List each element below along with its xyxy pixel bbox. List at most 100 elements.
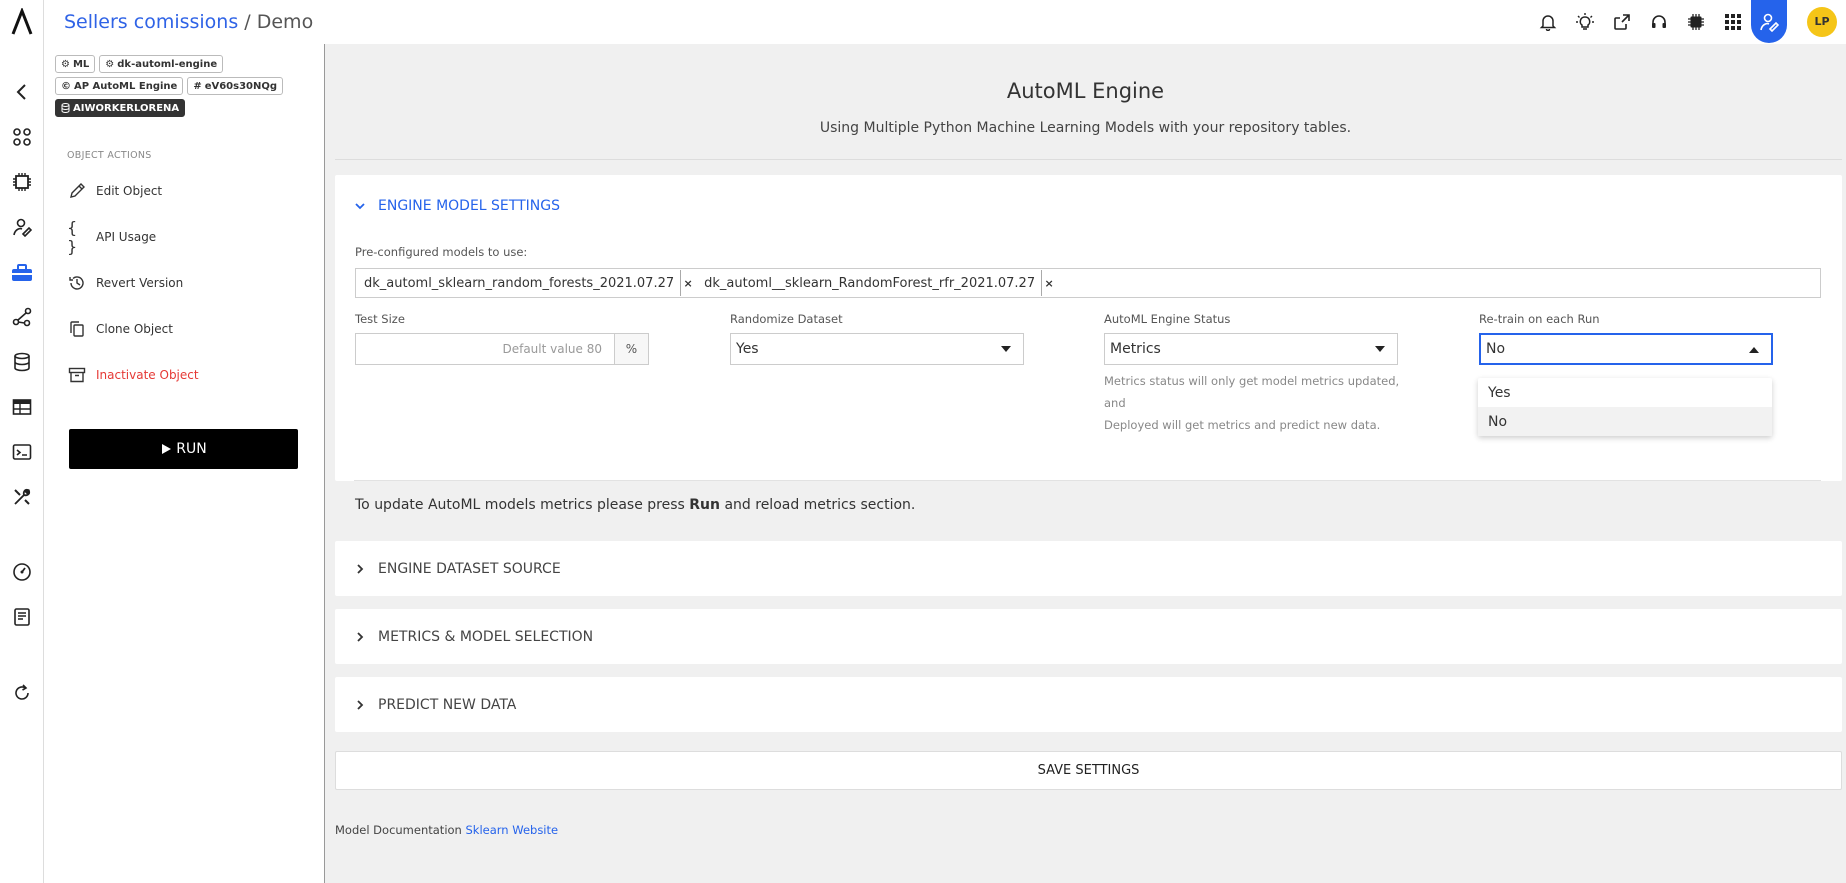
lightbulb-icon[interactable]: [1566, 0, 1603, 43]
model-chip: dk_automl__sklearn_RandomForest_rfr_2021…: [700, 270, 1060, 296]
edit-object-label: Edit Object: [96, 184, 163, 198]
test-size-label: Test Size: [355, 312, 405, 326]
gear-icon: ⚙: [105, 58, 115, 70]
ai-chip-icon[interactable]: [1677, 0, 1714, 43]
chevron-right-icon: [357, 700, 364, 710]
back-arrow-icon[interactable]: [11, 81, 33, 103]
toolbox-icon[interactable]: [11, 262, 33, 284]
top-header: Sellers comissions / Demo LP: [45, 0, 1846, 43]
archive-icon: [67, 365, 87, 385]
engine-status-help: Metrics status will only get model metri…: [1104, 370, 1424, 436]
bell-icon[interactable]: [1529, 0, 1566, 43]
header-divider: [335, 159, 1842, 160]
tag-object-id: # eV60s30NQg: [187, 77, 284, 95]
model-chip-label: dk_automl_sklearn_random_forests_2021.07…: [364, 275, 675, 291]
inactivate-object-label: Inactivate Object: [96, 368, 199, 382]
engine-status-help-line: Metrics status will only get model metri…: [1104, 374, 1400, 410]
dashboard-gauge-icon[interactable]: [11, 561, 33, 583]
breadcrumb-link-sellers[interactable]: Sellers comissions: [64, 11, 238, 33]
share-icon[interactable]: [1603, 0, 1640, 43]
avatar[interactable]: LP: [1807, 6, 1837, 37]
run-button-label: RUN: [176, 441, 207, 457]
model-chip-label: dk_automl__sklearn_RandomForest_rfr_2021…: [704, 275, 1036, 291]
api-usage-action[interactable]: { } API Usage: [67, 218, 156, 256]
terminal-icon[interactable]: [11, 441, 33, 463]
retrain-value: No: [1486, 341, 1506, 357]
caret-up-icon: [1749, 347, 1759, 353]
caret-down-icon: [1001, 346, 1011, 352]
page-title: AutoML Engine: [1006, 79, 1165, 103]
randomize-dataset-select[interactable]: Yes: [730, 333, 1024, 365]
page-subtitle: Using Multiple Python Machine Learning M…: [819, 120, 1352, 136]
tag-ml: ⚙ ML: [55, 55, 96, 73]
footer-text: Model Documentation: [335, 823, 466, 837]
dropdown-option-yes[interactable]: Yes: [1478, 378, 1772, 407]
headset-support-icon[interactable]: [1640, 0, 1677, 43]
ai-chip-icon[interactable]: [11, 171, 33, 193]
braces-icon: { }: [67, 218, 78, 256]
engine-model-settings-title: ENGINE MODEL SETTINGS: [378, 198, 560, 214]
test-size-input[interactable]: Default value 80 %: [355, 333, 649, 365]
settings-divider: [354, 480, 1821, 481]
predict-new-data-title: PREDICT NEW DATA: [378, 697, 517, 713]
edit-object-action[interactable]: Edit Object: [67, 180, 162, 202]
remove-chip-icon[interactable]: ×: [1041, 270, 1056, 296]
tag-ml-label: ML: [72, 58, 90, 70]
note-text: and reload metrics section.: [720, 497, 916, 513]
model-chip: dk_automl_sklearn_random_forests_2021.07…: [360, 270, 699, 296]
predict-new-data-panel: PREDICT NEW DATA: [335, 677, 1842, 732]
main-content: AutoML Engine Using Multiple Python Mach…: [325, 44, 1846, 883]
dropdown-option-no[interactable]: No: [1478, 407, 1772, 436]
apps-grid-icon[interactable]: [11, 126, 33, 148]
test-size-placeholder: Default value 80: [502, 342, 602, 356]
percent-addon: %: [614, 334, 648, 364]
engine-dataset-source-header[interactable]: ENGINE DATASET SOURCE: [354, 559, 561, 579]
tag-id-label: eV60s30NQg: [204, 80, 278, 92]
play-icon: [162, 444, 172, 454]
metrics-model-selection-header[interactable]: METRICS & MODEL SELECTION: [354, 627, 593, 647]
engine-dataset-source-panel: ENGINE DATASET SOURCE: [335, 541, 1842, 596]
apps-grid-icon[interactable]: [1714, 0, 1751, 43]
hash-icon: #: [193, 80, 202, 92]
ai-designer-icon[interactable]: [1751, 0, 1787, 43]
user-pen-icon[interactable]: [11, 216, 33, 238]
breadcrumb: Sellers comissions / Demo: [64, 11, 313, 33]
tools-icon[interactable]: [11, 486, 33, 508]
tag-worker: AIWORKERLORENA: [55, 99, 186, 117]
gear-icon: ⚙: [61, 58, 70, 70]
tag-engine-label: dk-automl-engine: [117, 58, 218, 70]
object-actions-title: OBJECT ACTIONS: [67, 150, 152, 161]
revert-version-label: Revert Version: [96, 276, 184, 290]
book-icon[interactable]: [11, 606, 33, 628]
revert-version-action[interactable]: Revert Version: [67, 272, 183, 294]
engine-status-value: Metrics: [1110, 341, 1161, 357]
breadcrumb-current: Demo: [256, 10, 314, 33]
preconfigured-models-input[interactable]: dk_automl_sklearn_random_forests_2021.07…: [355, 268, 1821, 298]
clone-object-label: Clone Object: [96, 322, 173, 336]
engine-model-settings-header[interactable]: ENGINE MODEL SETTINGS: [354, 196, 560, 216]
table-icon[interactable]: [11, 396, 33, 418]
metrics-model-selection-panel: METRICS & MODEL SELECTION: [335, 609, 1842, 664]
predict-new-data-header[interactable]: PREDICT NEW DATA: [354, 695, 516, 715]
retrain-select[interactable]: No: [1479, 333, 1773, 365]
metrics-model-selection-title: METRICS & MODEL SELECTION: [378, 629, 594, 645]
database-icon[interactable]: [11, 351, 33, 373]
header-icon-bar: LP: [1529, 0, 1846, 43]
app-logo[interactable]: [10, 8, 34, 36]
breadcrumb-separator: /: [238, 10, 257, 33]
inactivate-object-action[interactable]: Inactivate Object: [67, 364, 199, 386]
remove-chip-icon[interactable]: ×: [680, 270, 695, 296]
sklearn-website-link[interactable]: Sklearn Website: [466, 823, 559, 837]
caret-down-icon: [1375, 346, 1385, 352]
retrain-label: Re-train on each Run: [1479, 312, 1600, 326]
engine-status-help-line: Deployed will get metrics and predict ne…: [1104, 418, 1381, 432]
randomize-dataset-value: Yes: [736, 341, 759, 357]
graph-nodes-icon[interactable]: [11, 306, 33, 328]
save-settings-button[interactable]: SAVE SETTINGS: [335, 751, 1842, 790]
clone-object-action[interactable]: Clone Object: [67, 318, 173, 340]
refresh-icon[interactable]: [11, 682, 33, 704]
run-button[interactable]: RUN: [69, 429, 298, 469]
randomize-dataset-label: Randomize Dataset: [730, 312, 843, 326]
engine-status-select[interactable]: Metrics: [1104, 333, 1398, 365]
retrain-dropdown-menu: Yes No: [1478, 378, 1772, 436]
